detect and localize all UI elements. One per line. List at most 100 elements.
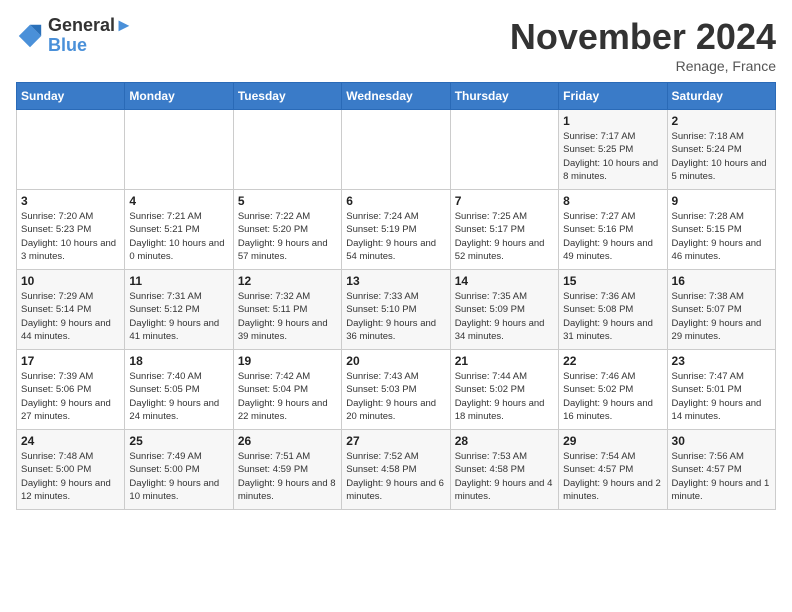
day-info: Sunrise: 7:25 AM Sunset: 5:17 PM Dayligh… — [455, 210, 554, 263]
day-info: Sunrise: 7:29 AM Sunset: 5:14 PM Dayligh… — [21, 290, 120, 343]
calendar-week-2: 3 Sunrise: 7:20 AM Sunset: 5:23 PM Daylig… — [17, 190, 776, 270]
day-number: 12 — [238, 274, 337, 288]
day-info: Sunrise: 7:56 AM Sunset: 4:57 PM Dayligh… — [672, 450, 771, 503]
logo: General► Blue — [16, 16, 133, 56]
day-info: Sunrise: 7:43 AM Sunset: 5:03 PM Dayligh… — [346, 370, 445, 423]
day-number: 28 — [455, 434, 554, 448]
day-header-sunday: Sunday — [17, 83, 125, 110]
day-info: Sunrise: 7:39 AM Sunset: 5:06 PM Dayligh… — [21, 370, 120, 423]
day-number: 4 — [129, 194, 228, 208]
calendar-cell — [342, 110, 450, 190]
day-number: 18 — [129, 354, 228, 368]
day-number: 17 — [21, 354, 120, 368]
calendar-cell: 12 Sunrise: 7:32 AM Sunset: 5:11 PM Dayli… — [233, 270, 341, 350]
calendar-cell: 25 Sunrise: 7:49 AM Sunset: 5:00 PM Dayli… — [125, 430, 233, 510]
day-info: Sunrise: 7:18 AM Sunset: 5:24 PM Dayligh… — [672, 130, 771, 183]
calendar-cell: 18Sunrise: 7:40 AM Sunset: 5:05 PM Dayli… — [125, 350, 233, 430]
day-number: 29 — [563, 434, 662, 448]
day-header-wednesday: Wednesday — [342, 83, 450, 110]
day-header-monday: Monday — [125, 83, 233, 110]
day-info: Sunrise: 7:42 AM Sunset: 5:04 PM Dayligh… — [238, 370, 337, 423]
day-number: 9 — [672, 194, 771, 208]
subtitle: Renage, France — [510, 58, 776, 74]
calendar-cell: 17 Sunrise: 7:39 AM Sunset: 5:06 PM Dayli… — [17, 350, 125, 430]
month-title: November 2024 — [510, 16, 776, 58]
day-info: Sunrise: 7:47 AM Sunset: 5:01 PM Dayligh… — [672, 370, 771, 423]
calendar-cell: 27Sunrise: 7:52 AM Sunset: 4:58 PM Dayli… — [342, 430, 450, 510]
calendar-cell: 24 Sunrise: 7:48 AM Sunset: 5:00 PM Dayli… — [17, 430, 125, 510]
days-header-row: SundayMondayTuesdayWednesdayThursdayFrid… — [17, 83, 776, 110]
day-number: 11 — [129, 274, 228, 288]
day-number: 24 — [21, 434, 120, 448]
day-number: 22 — [563, 354, 662, 368]
day-number: 15 — [563, 274, 662, 288]
calendar-cell: 20 Sunrise: 7:43 AM Sunset: 5:03 PM Dayli… — [342, 350, 450, 430]
calendar-cell: 3 Sunrise: 7:20 AM Sunset: 5:23 PM Daylig… — [17, 190, 125, 270]
day-number: 2 — [672, 114, 771, 128]
calendar-cell — [17, 110, 125, 190]
calendar-cell: 8Sunrise: 7:27 AM Sunset: 5:16 PM Daylig… — [559, 190, 667, 270]
day-info: Sunrise: 7:32 AM Sunset: 5:11 PM Dayligh… — [238, 290, 337, 343]
calendar-cell: 7 Sunrise: 7:25 AM Sunset: 5:17 PM Daylig… — [450, 190, 558, 270]
calendar-cell: 6 Sunrise: 7:24 AM Sunset: 5:19 PM Daylig… — [342, 190, 450, 270]
logo-text: General► Blue — [48, 16, 133, 56]
day-number: 20 — [346, 354, 445, 368]
calendar-cell — [233, 110, 341, 190]
day-info: Sunrise: 7:44 AM Sunset: 5:02 PM Dayligh… — [455, 370, 554, 423]
day-number: 26 — [238, 434, 337, 448]
calendar-cell: 5Sunrise: 7:22 AM Sunset: 5:20 PM Daylig… — [233, 190, 341, 270]
day-info: Sunrise: 7:51 AM Sunset: 4:59 PM Dayligh… — [238, 450, 337, 503]
calendar-cell — [125, 110, 233, 190]
day-info: Sunrise: 7:24 AM Sunset: 5:19 PM Dayligh… — [346, 210, 445, 263]
calendar-cell: 29 Sunrise: 7:54 AM Sunset: 4:57 PM Dayli… — [559, 430, 667, 510]
calendar-cell: 4 Sunrise: 7:21 AM Sunset: 5:21 PM Daylig… — [125, 190, 233, 270]
calendar-cell: 26 Sunrise: 7:51 AM Sunset: 4:59 PM Dayli… — [233, 430, 341, 510]
day-number: 7 — [455, 194, 554, 208]
day-number: 5 — [238, 194, 337, 208]
day-number: 10 — [21, 274, 120, 288]
calendar-cell: 13 Sunrise: 7:33 AM Sunset: 5:10 PM Dayli… — [342, 270, 450, 350]
calendar-week-5: 24 Sunrise: 7:48 AM Sunset: 5:00 PM Dayli… — [17, 430, 776, 510]
calendar-cell: 23 Sunrise: 7:47 AM Sunset: 5:01 PM Dayli… — [667, 350, 775, 430]
day-number: 25 — [129, 434, 228, 448]
calendar-cell: 19 Sunrise: 7:42 AM Sunset: 5:04 PM Dayli… — [233, 350, 341, 430]
day-header-friday: Friday — [559, 83, 667, 110]
day-info: Sunrise: 7:54 AM Sunset: 4:57 PM Dayligh… — [563, 450, 662, 503]
calendar-cell: 10 Sunrise: 7:29 AM Sunset: 5:14 PM Dayli… — [17, 270, 125, 350]
day-info: Sunrise: 7:28 AM Sunset: 5:15 PM Dayligh… — [672, 210, 771, 263]
calendar-cell: 28 Sunrise: 7:53 AM Sunset: 4:58 PM Dayli… — [450, 430, 558, 510]
calendar-cell: 21 Sunrise: 7:44 AM Sunset: 5:02 PM Dayli… — [450, 350, 558, 430]
day-number: 8 — [563, 194, 662, 208]
day-info: Sunrise: 7:38 AM Sunset: 5:07 PM Dayligh… — [672, 290, 771, 343]
calendar-cell: 2 Sunrise: 7:18 AM Sunset: 5:24 PM Daylig… — [667, 110, 775, 190]
day-number: 14 — [455, 274, 554, 288]
calendar-week-3: 10 Sunrise: 7:29 AM Sunset: 5:14 PM Dayli… — [17, 270, 776, 350]
day-number: 19 — [238, 354, 337, 368]
day-info: Sunrise: 7:20 AM Sunset: 5:23 PM Dayligh… — [21, 210, 120, 263]
day-info: Sunrise: 7:46 AM Sunset: 5:02 PM Dayligh… — [563, 370, 662, 423]
day-info: Sunrise: 7:35 AM Sunset: 5:09 PM Dayligh… — [455, 290, 554, 343]
title-area: November 2024 Renage, France — [510, 16, 776, 74]
calendar-week-1: 1Sunrise: 7:17 AM Sunset: 5:25 PM Daylig… — [17, 110, 776, 190]
day-info: Sunrise: 7:49 AM Sunset: 5:00 PM Dayligh… — [129, 450, 228, 503]
day-number: 21 — [455, 354, 554, 368]
day-number: 6 — [346, 194, 445, 208]
day-info: Sunrise: 7:33 AM Sunset: 5:10 PM Dayligh… — [346, 290, 445, 343]
day-number: 13 — [346, 274, 445, 288]
calendar-week-4: 17 Sunrise: 7:39 AM Sunset: 5:06 PM Dayli… — [17, 350, 776, 430]
day-number: 27 — [346, 434, 445, 448]
day-info: Sunrise: 7:53 AM Sunset: 4:58 PM Dayligh… — [455, 450, 554, 503]
header: General► Blue November 2024 Renage, Fran… — [16, 16, 776, 74]
calendar-cell: 9 Sunrise: 7:28 AM Sunset: 5:15 PM Daylig… — [667, 190, 775, 270]
logo-icon — [16, 22, 44, 50]
calendar-cell — [450, 110, 558, 190]
day-info: Sunrise: 7:48 AM Sunset: 5:00 PM Dayligh… — [21, 450, 120, 503]
day-number: 3 — [21, 194, 120, 208]
day-number: 23 — [672, 354, 771, 368]
day-info: Sunrise: 7:21 AM Sunset: 5:21 PM Dayligh… — [129, 210, 228, 263]
day-header-saturday: Saturday — [667, 83, 775, 110]
day-number: 16 — [672, 274, 771, 288]
calendar-cell: 22 Sunrise: 7:46 AM Sunset: 5:02 PM Dayli… — [559, 350, 667, 430]
calendar-cell: 30Sunrise: 7:56 AM Sunset: 4:57 PM Dayli… — [667, 430, 775, 510]
calendar-cell: 16 Sunrise: 7:38 AM Sunset: 5:07 PM Dayli… — [667, 270, 775, 350]
